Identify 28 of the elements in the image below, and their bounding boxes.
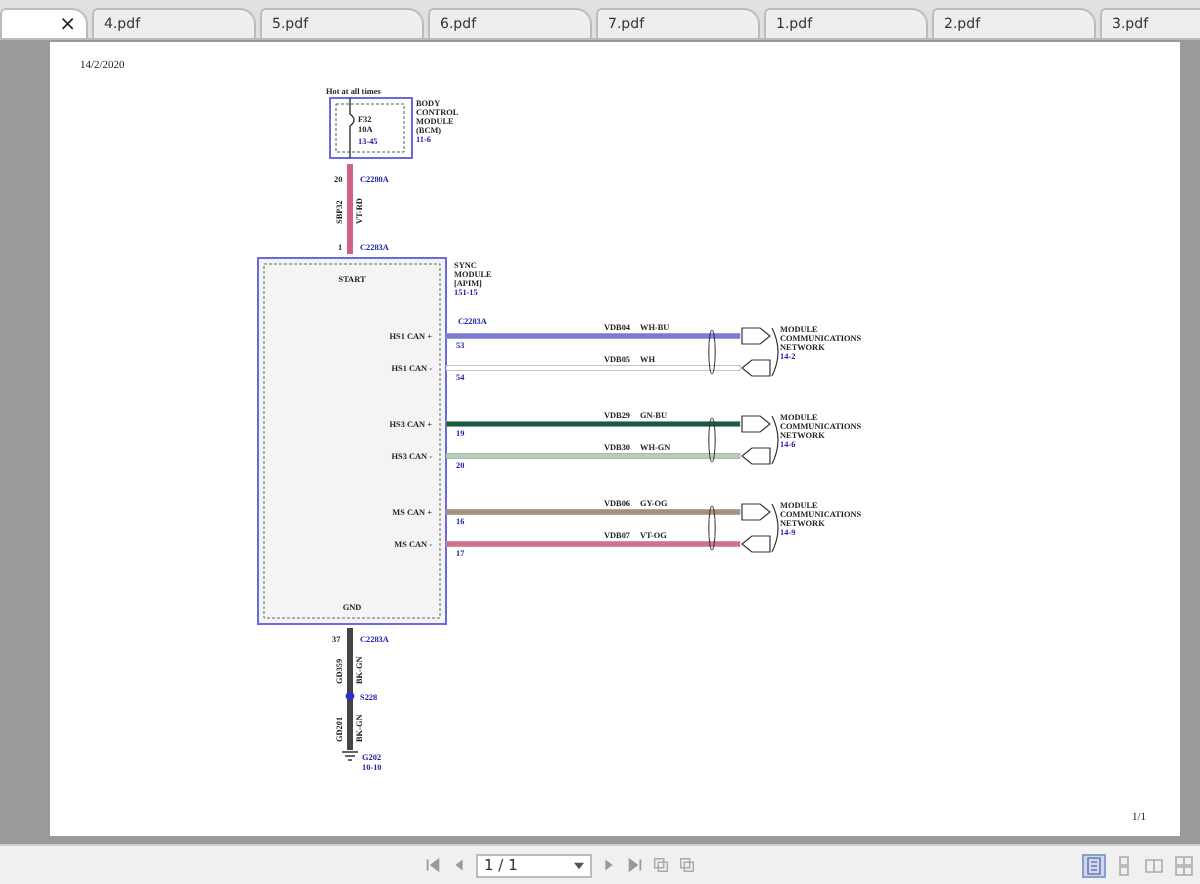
ground-icon: [341, 751, 359, 761]
close-icon[interactable]: ×: [59, 13, 76, 35]
connector-icon: [741, 535, 771, 553]
ground-wire: [347, 628, 353, 750]
tab[interactable]: ×: [0, 8, 88, 38]
bracket-icon: [771, 415, 779, 465]
twisted-pair-mark: [708, 329, 716, 375]
twisted-pair-mark: [708, 417, 716, 463]
copy-icon[interactable]: [678, 856, 696, 874]
view-mode-button[interactable]: [1082, 853, 1106, 877]
view-mode-button[interactable]: [1142, 853, 1166, 877]
copy-icon[interactable]: [652, 856, 670, 874]
connector-icon: [741, 503, 771, 521]
connector-icon: [741, 447, 771, 465]
last-page-icon[interactable]: [626, 856, 644, 874]
connector-icon: [741, 359, 771, 377]
connector-icon: [741, 415, 771, 433]
view-mode-button[interactable]: [1172, 853, 1196, 877]
previous-page-icon[interactable]: [450, 856, 468, 874]
fuse-box-drawing: [329, 97, 413, 159]
twisted-pair-mark: [708, 505, 716, 551]
bracket-icon: [771, 503, 779, 553]
bracket-icon: [771, 327, 779, 377]
splice-dot: [345, 691, 355, 701]
first-page-icon[interactable]: [424, 856, 442, 874]
connector-icon: [741, 327, 771, 345]
next-page-icon[interactable]: [600, 856, 618, 874]
caret-icon[interactable]: [574, 861, 584, 869]
